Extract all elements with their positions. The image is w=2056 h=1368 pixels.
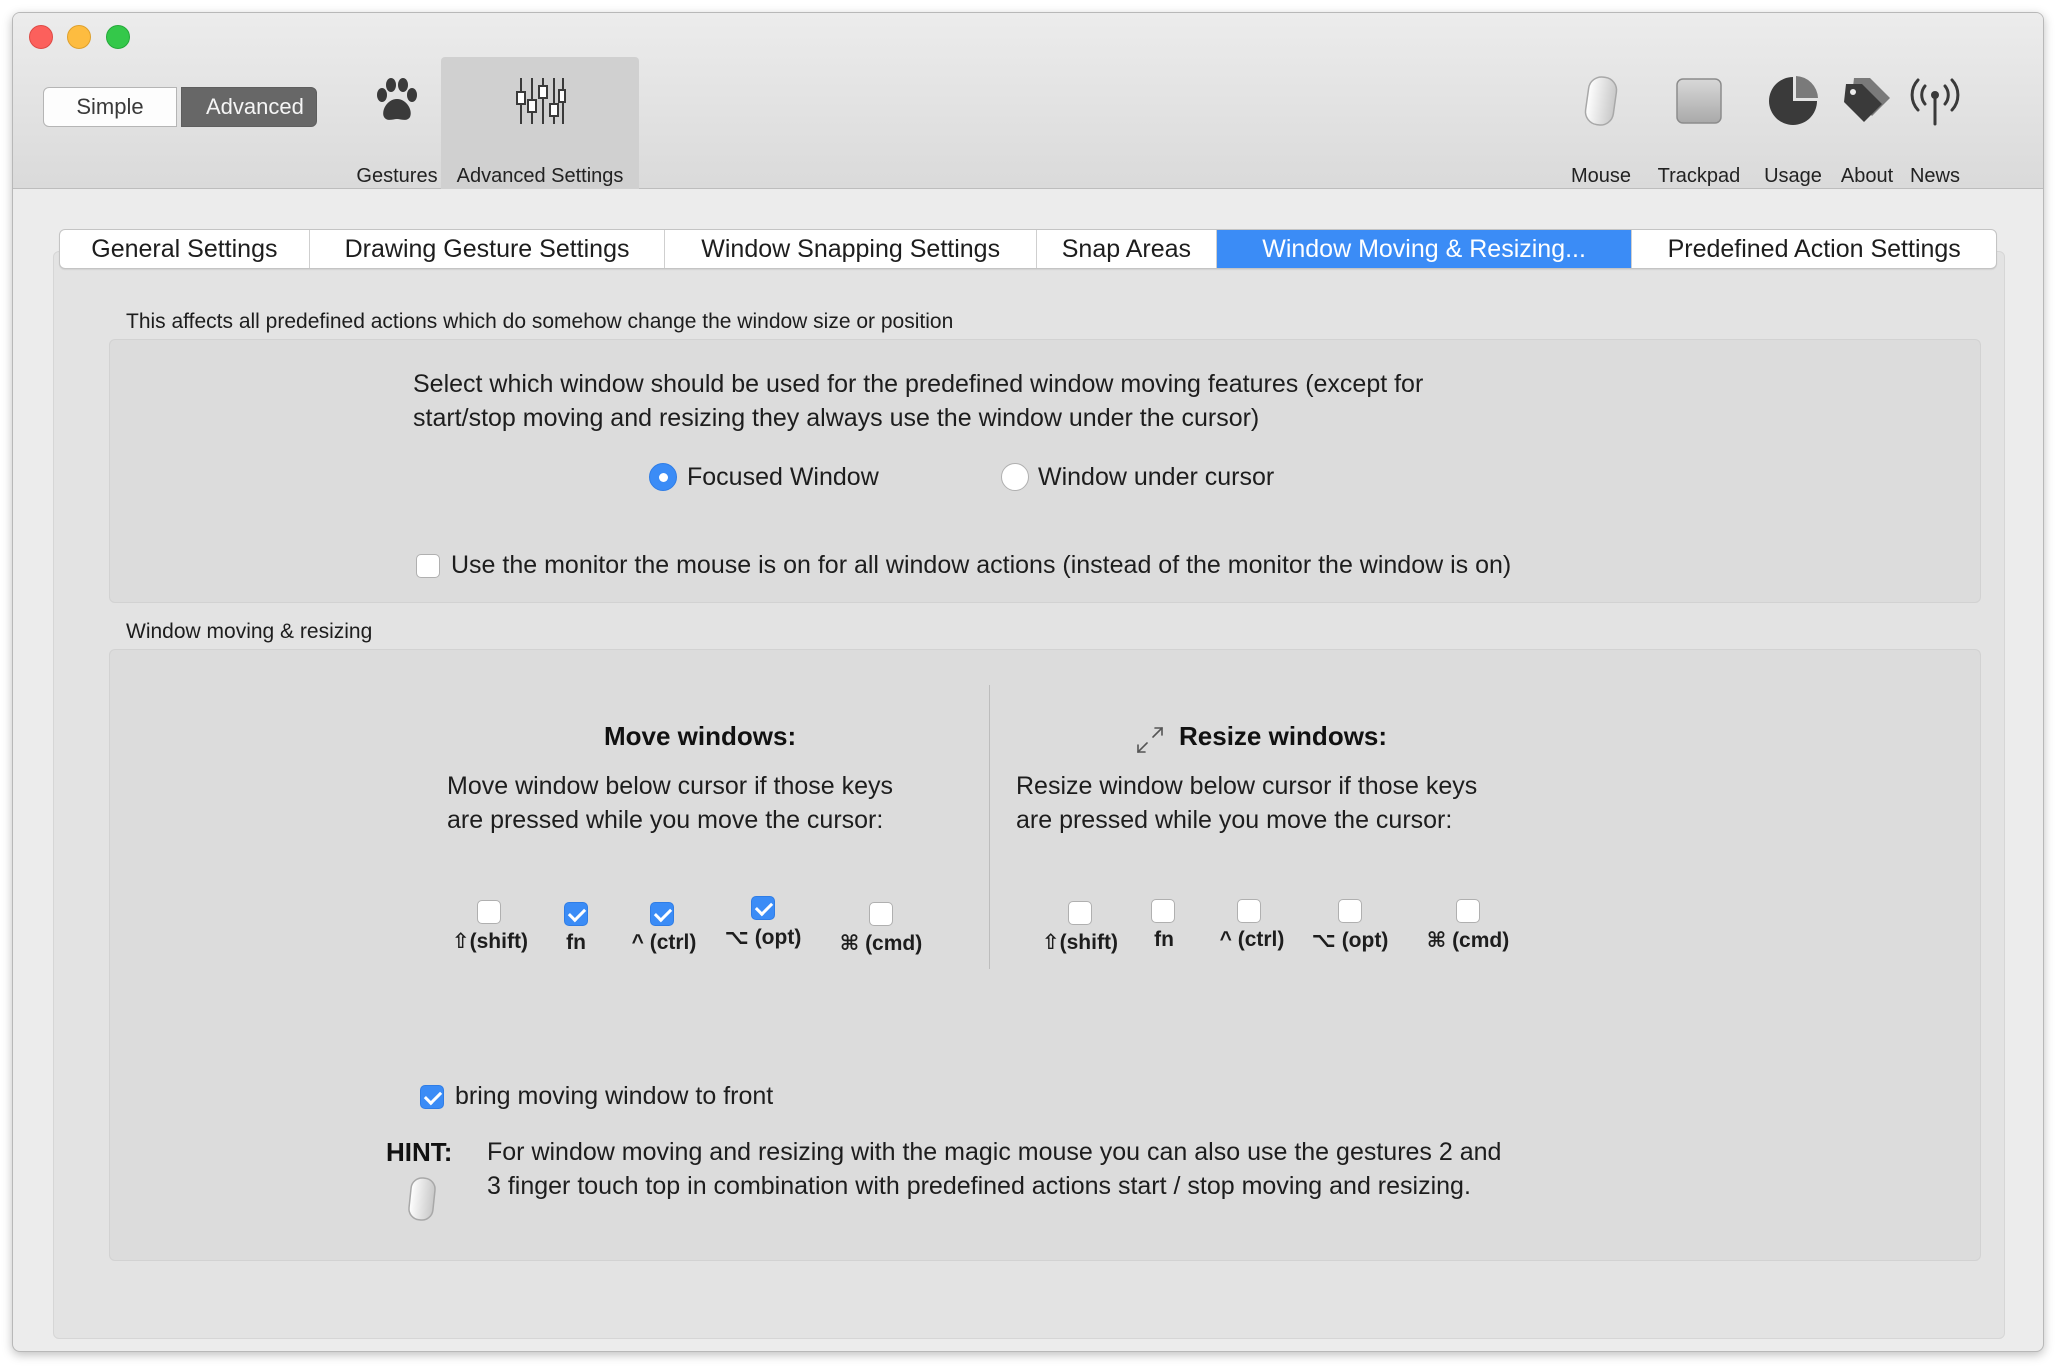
resize-windows-heading: Resize windows: (1179, 721, 1388, 751)
toolbar-gestures-button[interactable]: Gestures (343, 57, 451, 189)
minimize-window-button[interactable] (67, 25, 91, 49)
tab-snap-areas[interactable]: Snap Areas (1037, 230, 1217, 268)
bring-to-front-checkbox[interactable] (420, 1085, 444, 1109)
toolbar-mouse-button[interactable]: Mouse (1559, 57, 1643, 189)
move-cmd-checkbox[interactable] (869, 902, 893, 926)
close-window-button[interactable] (29, 25, 53, 49)
section2-title: Window moving & resizing (126, 620, 373, 643)
resize-opt-checkbox[interactable] (1338, 899, 1362, 923)
hint-label: HINT: (386, 1137, 453, 1167)
window-selection-description-line2: start/stop moving and resizing they alwa… (413, 404, 1260, 432)
move-description-line2: are pressed while you move the cursor: (447, 806, 884, 834)
resize-cmd-label: ⌘ (cmd) (1426, 929, 1510, 952)
toolbar-about-button[interactable]: About (1829, 57, 1905, 189)
monitor-checkbox[interactable] (416, 554, 440, 578)
move-opt-label: ⌥ (opt) (724, 926, 802, 949)
toolbar-usage-button[interactable]: Usage (1751, 57, 1835, 189)
move-shift-checkbox[interactable] (477, 900, 501, 924)
toolbar-gestures-label: Gestures (356, 165, 438, 187)
window-under-cursor-radio[interactable] (1001, 463, 1029, 491)
resize-ctrl-checkbox[interactable] (1237, 899, 1261, 923)
toolbar-news-button[interactable]: News (1903, 57, 1967, 189)
toolbar-mouse-label: Mouse (1570, 165, 1632, 187)
section1-title: This affects all predefined actions whic… (126, 310, 954, 333)
tags-icon (1837, 71, 1897, 131)
toolbar-news-label: News (1909, 165, 1960, 187)
broadcast-antenna-icon (1905, 71, 1965, 131)
resize-description-line2: are pressed while you move the cursor: (1016, 806, 1453, 834)
settings-tabbar: General Settings Drawing Gesture Setting… (59, 229, 1997, 269)
toolbar-usage-label: Usage (1764, 165, 1822, 187)
paw-icon (367, 71, 427, 131)
resize-fn-label: fn (1154, 928, 1174, 951)
focused-window-radio[interactable] (649, 463, 677, 491)
mode-advanced-button[interactable]: Advanced (181, 87, 317, 127)
toolbar-trackpad-button[interactable]: Trackpad (1649, 57, 1749, 189)
zoom-window-button[interactable] (106, 25, 130, 49)
resize-cmd-checkbox[interactable] (1456, 899, 1480, 923)
resize-fn-checkbox[interactable] (1151, 899, 1175, 923)
mode-simple-button[interactable]: Simple (43, 87, 177, 127)
hint-text-line1: For window moving and resizing with the … (487, 1138, 1502, 1166)
move-opt-checkbox[interactable] (751, 896, 775, 920)
app-window: Simple Advanced Gestures Advanced Settin… (12, 12, 2044, 1352)
resize-description-line1: Resize window below cursor if those keys (1016, 772, 1478, 800)
tab-window-moving-resizing[interactable]: Window Moving & Resizing... (1216, 230, 1633, 268)
toolbar: Simple Advanced Gestures Advanced Settin… (13, 13, 2043, 189)
window-selection-description-line1: Select which window should be used for t… (413, 370, 1424, 398)
move-description-line1: Move window below cursor if those keys (447, 772, 894, 800)
tab-predefined-action-settings[interactable]: Predefined Action Settings (1632, 230, 1996, 268)
move-windows-heading: Move windows: (604, 721, 797, 751)
mode-segmented-control: Simple Advanced (43, 87, 317, 127)
magic-mouse-icon (405, 1175, 439, 1223)
resize-shift-label: ⇧(shift) (1042, 931, 1118, 954)
sliders-icon (510, 71, 570, 131)
hint-text-line2: 3 finger touch top in combination with p… (487, 1172, 1471, 1200)
mouse-icon (1571, 71, 1631, 131)
resize-ctrl-label: ^ (ctrl) (1219, 928, 1285, 951)
trackpad-icon (1669, 71, 1729, 131)
resize-opt-label: ⌥ (opt) (1311, 929, 1389, 952)
move-ctrl-checkbox[interactable] (650, 902, 674, 926)
move-shift-label: ⇧(shift) (452, 930, 528, 953)
tab-window-snapping-settings[interactable]: Window Snapping Settings (665, 230, 1037, 268)
section-divider (989, 685, 990, 969)
tab-general-settings[interactable]: General Settings (60, 230, 310, 268)
pie-chart-icon (1763, 71, 1823, 131)
move-cmd-label: ⌘ (cmd) (839, 932, 923, 955)
resize-arrows-icon (1135, 725, 1165, 755)
resize-shift-checkbox[interactable] (1068, 901, 1092, 925)
window-under-cursor-label: Window under cursor (1038, 463, 1275, 491)
bring-to-front-label: bring moving window to front (455, 1082, 774, 1110)
tab-drawing-gesture-settings[interactable]: Drawing Gesture Settings (310, 230, 666, 268)
monitor-checkbox-label: Use the monitor the mouse is on for all … (451, 551, 1512, 579)
focused-window-label: Focused Window (687, 463, 879, 491)
move-fn-label: fn (566, 931, 586, 954)
move-fn-checkbox[interactable] (564, 902, 588, 926)
toolbar-advanced-settings-button[interactable]: Advanced Settings (441, 57, 639, 189)
move-ctrl-label: ^ (ctrl) (631, 931, 697, 954)
toolbar-trackpad-label: Trackpad (1657, 165, 1741, 187)
toolbar-about-label: About (1840, 165, 1894, 187)
toolbar-advanced-settings-label: Advanced Settings (456, 165, 624, 187)
